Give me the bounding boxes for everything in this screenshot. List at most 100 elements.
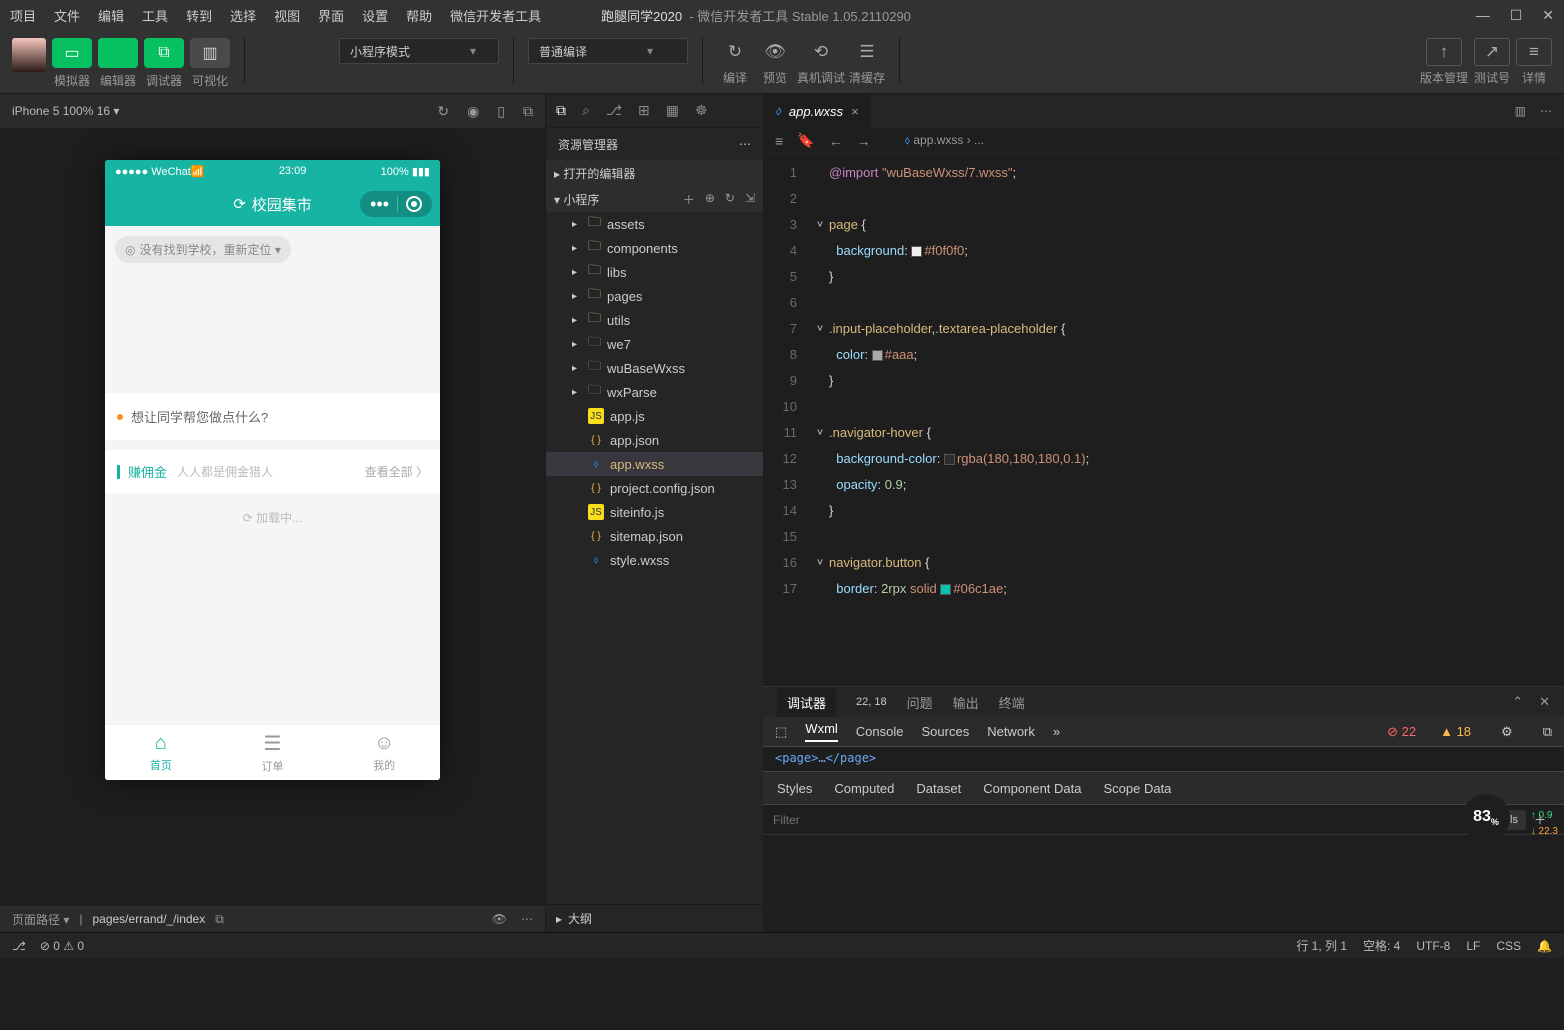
open-editors-section[interactable]: ▸ 打开的编辑器 <box>546 160 763 186</box>
new-file-icon[interactable]: ＋ <box>683 191 695 208</box>
file-app.json[interactable]: { }app.json <box>546 428 763 452</box>
tab-订单[interactable]: ☰订单 <box>217 725 329 780</box>
problems-summary[interactable]: ⊘ 0 ⚠ 0 <box>40 939 84 953</box>
tab-terminal[interactable]: 终端 <box>999 693 1025 712</box>
more-icon[interactable]: ⋯ <box>521 912 533 926</box>
menu-编辑[interactable]: 编辑 <box>98 6 124 25</box>
file-pages[interactable]: ▸🗀pages <box>546 284 763 308</box>
menu-选择[interactable]: 选择 <box>230 6 256 25</box>
menu-帮助[interactable]: 帮助 <box>406 6 432 25</box>
error-count[interactable]: ⊘ 22 <box>1387 724 1416 740</box>
tab-network[interactable]: Network <box>987 724 1035 739</box>
capsule-button[interactable]: ••• <box>360 191 432 217</box>
action-清缓存[interactable]: ☰清缓存 <box>849 38 885 86</box>
page-body[interactable]: ◎ 没有找到学校，重新定位 ▾ 想让同学帮您做点什么? 赚佣金 人人都是佣金猎人… <box>105 226 440 780</box>
file-we7[interactable]: ▸🗀we7 <box>546 332 763 356</box>
bookmark-icon[interactable]: 🔖 <box>797 132 814 149</box>
file-sitemap.json[interactable]: { }sitemap.json <box>546 524 763 548</box>
file-libs[interactable]: ▸🗀libs <box>546 260 763 284</box>
device-selector[interactable]: iPhone 5 100% 16 ▾ <box>12 104 119 118</box>
toolbar-编辑器[interactable]: 编辑器 <box>98 38 138 89</box>
refresh-icon[interactable]: ↻ <box>725 191 735 208</box>
dock-icon[interactable]: ⧉ <box>1543 724 1552 740</box>
code-editor[interactable]: 1234567891011121314151617 ˅˅˅˅ @import "… <box>763 154 1564 686</box>
menu-工具[interactable]: 工具 <box>142 6 168 25</box>
prompt-card[interactable]: 想让同学帮您做点什么? <box>105 393 440 440</box>
close-button[interactable]: ✕ <box>1542 7 1554 24</box>
outline-section[interactable]: ▸ 大纲 <box>546 904 763 932</box>
copy-icon[interactable]: ⧉ <box>215 912 224 927</box>
tab-wxml[interactable]: Wxml <box>805 721 838 742</box>
git-icon[interactable]: ⎇ <box>606 102 622 119</box>
menu-视图[interactable]: 视图 <box>274 6 300 25</box>
menu-界面[interactable]: 界面 <box>318 6 344 25</box>
new-folder-icon[interactable]: ⊕ <box>705 191 715 208</box>
status-CSS[interactable]: CSS <box>1496 939 1521 953</box>
gear-icon[interactable]: ⚙ <box>1501 724 1513 740</box>
file-style.wxss[interactable]: ⬨style.wxss <box>546 548 763 572</box>
action-真机调试[interactable]: ⟲真机调试 <box>797 38 845 86</box>
toolbar-调试器[interactable]: ⧉调试器 <box>144 38 184 89</box>
eye-icon[interactable]: 👁 <box>492 912 507 926</box>
menu-项目[interactable]: 项目 <box>10 6 36 25</box>
robot-icon[interactable]: ☸ <box>695 102 708 119</box>
menu-文件[interactable]: 文件 <box>54 6 80 25</box>
page-path-label[interactable]: 页面路径 ▾ <box>12 911 69 928</box>
avatar[interactable] <box>12 38 46 72</box>
file-components[interactable]: ▸🗀components <box>546 236 763 260</box>
phone-icon[interactable]: ▯ <box>497 103 505 120</box>
toolbar-模拟器[interactable]: ▭模拟器 <box>52 38 92 89</box>
filter-input[interactable] <box>773 813 1487 827</box>
back-icon[interactable]: ← <box>829 133 843 149</box>
list-icon[interactable]: ≡ <box>775 133 783 149</box>
tab-computed[interactable]: Computed <box>834 781 894 796</box>
performance-gauge[interactable]: 83% <box>1456 788 1516 848</box>
minimize-button[interactable]: — <box>1476 7 1490 24</box>
location-chip[interactable]: ◎ 没有找到学校，重新定位 ▾ <box>115 236 291 263</box>
editor-tab[interactable]: ⬨ app.wxss × <box>763 94 872 128</box>
split-icon[interactable]: ▥ <box>1515 104 1526 118</box>
warning-count[interactable]: ▲ 18 <box>1440 724 1471 739</box>
tab-styles[interactable]: Styles <box>777 781 812 796</box>
rotate-icon[interactable]: ⧉ <box>523 103 533 120</box>
project-section[interactable]: ▾ 小程序 ＋ ⊕ ↻ ⇲ <box>546 186 763 212</box>
file-app.wxss[interactable]: ⬨app.wxss <box>546 452 763 476</box>
status-空格: 4[interactable]: 空格: 4 <box>1363 937 1400 954</box>
tab-scopedata[interactable]: Scope Data <box>1103 781 1171 796</box>
inspect-icon[interactable]: ⬚ <box>775 724 787 740</box>
compile-dropdown[interactable]: 普通编译▾ <box>528 38 688 64</box>
file-wuBaseWxss[interactable]: ▸🗀wuBaseWxss <box>546 356 763 380</box>
action-预览[interactable]: 👁预览 <box>757 38 793 86</box>
more-icon[interactable]: ⋯ <box>1540 104 1552 118</box>
close-tab-icon[interactable]: × <box>851 104 859 119</box>
refresh-icon[interactable]: ↻ <box>437 103 449 120</box>
menu-设置[interactable]: 设置 <box>362 6 388 25</box>
file-app.js[interactable]: JSapp.js <box>546 404 763 428</box>
ext1-icon[interactable]: ⊞ <box>638 102 650 119</box>
action-编译[interactable]: ↻编译 <box>717 38 753 86</box>
menu-转到[interactable]: 转到 <box>186 6 212 25</box>
tab-console[interactable]: Console <box>856 724 904 739</box>
file-siteinfo.js[interactable]: JSsiteinfo.js <box>546 500 763 524</box>
more-tabs-icon[interactable]: » <box>1053 724 1060 739</box>
view-all-link[interactable]: 查看全部 〉 <box>365 463 428 480</box>
record-icon[interactable]: ◉ <box>467 103 479 120</box>
status-LF[interactable]: LF <box>1466 939 1480 953</box>
ext2-icon[interactable]: ▦ <box>666 102 679 119</box>
tab-output[interactable]: 输出 <box>953 693 979 712</box>
tab-dataset[interactable]: Dataset <box>916 781 961 796</box>
tab-sources[interactable]: Sources <box>922 724 970 739</box>
collapse-icon[interactable]: ⌃ <box>1512 694 1523 710</box>
more-icon[interactable]: ⋯ <box>739 137 751 151</box>
right-测试号[interactable]: ↗测试号 <box>1474 38 1510 86</box>
menu-微信开发者工具[interactable]: 微信开发者工具 <box>450 6 541 25</box>
right-版本管理[interactable]: ↑版本管理 <box>1420 38 1468 86</box>
file-wxParse[interactable]: ▸🗀wxParse <box>546 380 763 404</box>
right-详情[interactable]: ≡详情 <box>1516 38 1552 86</box>
collapse-icon[interactable]: ⇲ <box>745 191 755 208</box>
status-🔔[interactable]: 🔔 <box>1537 939 1552 953</box>
tab-debugger[interactable]: 调试器 <box>777 687 836 718</box>
maximize-button[interactable]: ☐ <box>1510 7 1523 24</box>
dom-tree[interactable]: <page>…</page> <box>763 747 1564 771</box>
tab-我的[interactable]: ☺我的 <box>328 725 440 780</box>
